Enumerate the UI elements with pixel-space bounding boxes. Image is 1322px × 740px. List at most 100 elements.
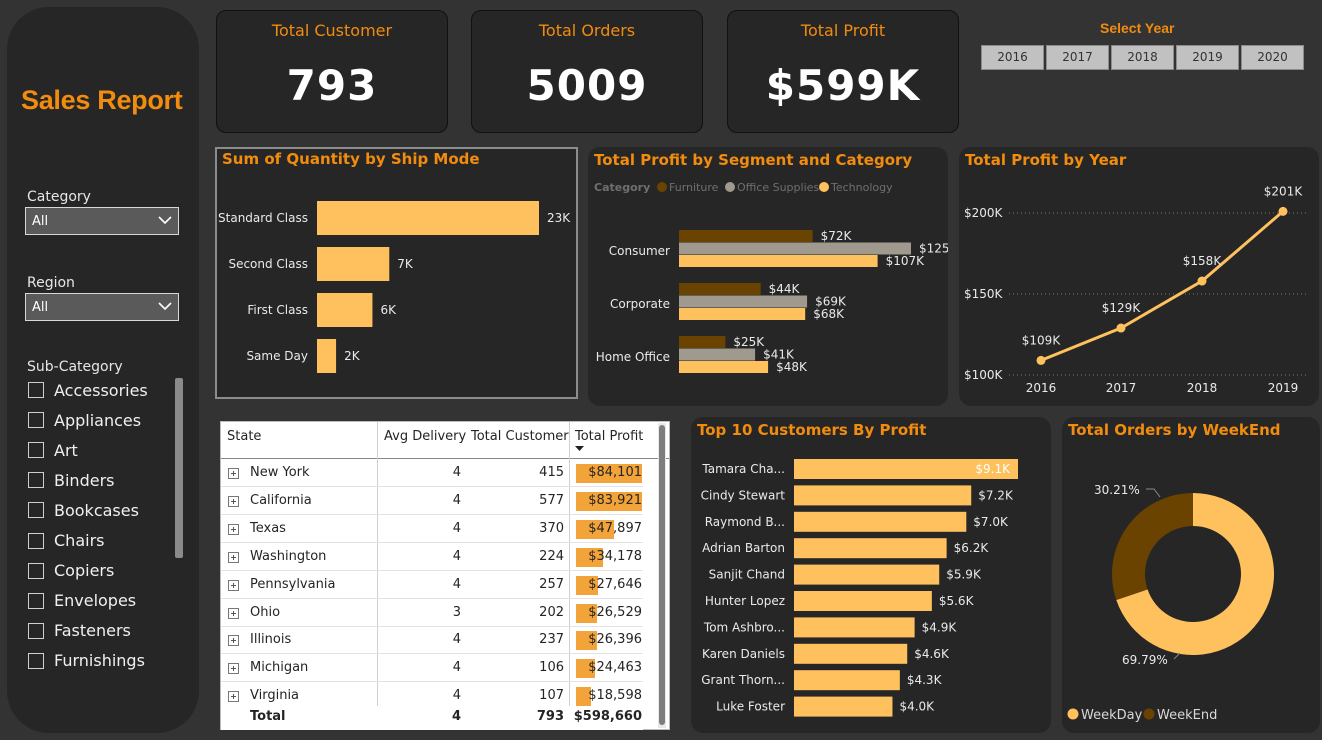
data-label: $4.0K bbox=[899, 700, 935, 714]
state-cell: Virginia bbox=[250, 688, 300, 704]
subcategory-item[interactable]: Fasteners bbox=[28, 616, 148, 646]
legend-marker bbox=[819, 182, 829, 192]
plus-box-icon[interactable] bbox=[228, 635, 239, 647]
subcategory-item[interactable]: Copiers bbox=[28, 556, 148, 586]
checkbox[interactable] bbox=[28, 472, 44, 489]
category-label: Corporate bbox=[610, 297, 670, 311]
total-customer-cell: 577 bbox=[539, 492, 564, 508]
category-label: Raymond B... bbox=[705, 515, 785, 529]
data-label: $48K bbox=[776, 360, 808, 374]
checkbox[interactable] bbox=[28, 652, 44, 669]
data-label: $5.9K bbox=[946, 568, 982, 582]
table-row[interactable]: Pennsylvania 4 257 $27,646 bbox=[221, 571, 643, 599]
table-row[interactable]: California 4 577 $83,921 bbox=[221, 487, 643, 515]
year-button[interactable]: 2017 bbox=[1046, 45, 1109, 70]
data-label: $5.6K bbox=[939, 594, 975, 608]
state-cell: California bbox=[250, 492, 312, 508]
plus-box-icon[interactable] bbox=[228, 579, 239, 591]
category-label: Grant Thorn... bbox=[701, 673, 785, 687]
total-label: Total bbox=[250, 709, 286, 724]
col-header-total-customer[interactable]: Total Customer bbox=[471, 429, 569, 444]
plus-box-icon[interactable] bbox=[228, 523, 239, 535]
weekend-orders-chart[interactable]: Total Orders by WeekEnd 30.21% 69.79% Week… bbox=[1062, 417, 1320, 733]
table-row[interactable]: New York 4 415 $84,101 bbox=[221, 459, 643, 487]
subcategory-scrollbar[interactable] bbox=[175, 378, 183, 558]
top-customers-plot: Tamara Cha... $9.1K Cindy Stewart $7.2K Raym… bbox=[701, 459, 1018, 717]
state-cell: Ohio bbox=[250, 604, 281, 620]
col-header-total-profit[interactable]: Total Profit bbox=[575, 429, 643, 444]
year-button[interactable]: 2020 bbox=[1241, 45, 1304, 70]
total-customer-cell: 202 bbox=[539, 604, 564, 620]
plus-box-icon[interactable] bbox=[228, 663, 239, 675]
data-label: $6.2K bbox=[954, 541, 990, 555]
table-scrollbar[interactable] bbox=[658, 423, 666, 728]
state-cell: Texas bbox=[250, 520, 286, 536]
table-row[interactable]: Washington 4 224 $34,178 bbox=[221, 543, 643, 571]
checkbox[interactable] bbox=[28, 412, 44, 429]
data-label: $7.0K bbox=[973, 515, 1009, 529]
category-label: Consumer bbox=[609, 244, 670, 258]
subcategory-item[interactable]: Envelopes bbox=[28, 586, 148, 616]
kpi-value: 5009 bbox=[526, 61, 648, 110]
data-label: $25K bbox=[733, 335, 765, 349]
year-button[interactable]: 2016 bbox=[981, 45, 1044, 70]
subcategory-item[interactable]: Art bbox=[28, 435, 148, 465]
plus-box-icon[interactable] bbox=[228, 607, 239, 619]
checkbox[interactable] bbox=[28, 622, 44, 639]
subcategory-item[interactable]: Bookcases bbox=[28, 495, 148, 525]
legend-title: Category bbox=[594, 181, 650, 194]
table-row[interactable]: Illinois 4 237 $26,396 bbox=[221, 626, 643, 655]
subcategory-item[interactable]: Accessories bbox=[28, 375, 148, 405]
profit-by-year-chart[interactable]: Total Profit by Year $100K $150K $200K $109… bbox=[959, 147, 1319, 406]
col-header-avg-delivery[interactable]: Avg Delivery bbox=[384, 429, 466, 444]
category-label: Adrian Barton bbox=[702, 541, 785, 555]
total-profit-cell: $26,396 bbox=[588, 632, 642, 648]
category-label: Category bbox=[27, 189, 91, 205]
checkbox[interactable] bbox=[28, 442, 44, 459]
table-row[interactable]: Texas 4 370 $47,897 bbox=[221, 515, 643, 543]
total-customer-cell: 107 bbox=[539, 688, 564, 704]
bar bbox=[317, 293, 373, 327]
bar bbox=[794, 538, 947, 559]
state-cell: New York bbox=[250, 465, 310, 480]
checkbox[interactable] bbox=[28, 382, 44, 399]
checkbox[interactable] bbox=[28, 532, 44, 549]
sort-down-icon bbox=[575, 446, 584, 451]
ship-mode-chart[interactable]: Sum of Quantity by Ship Mode Standard Cl… bbox=[215, 147, 578, 399]
checkbox[interactable] bbox=[28, 562, 44, 579]
subcategory-item[interactable]: Appliances bbox=[28, 405, 148, 435]
table-row[interactable]: Michigan 4 106 $24,463 bbox=[221, 654, 643, 683]
plus-box-icon[interactable] bbox=[228, 495, 239, 507]
segment-category-chart[interactable]: Total Profit by Segment and Category Cat… bbox=[588, 147, 948, 406]
subcategory-item[interactable]: Binders bbox=[28, 465, 148, 495]
subcategory-item[interactable]: Chairs bbox=[28, 525, 148, 555]
plus-box-icon[interactable] bbox=[228, 468, 239, 479]
state-cell: Washington bbox=[250, 548, 327, 564]
category-label: Same Day bbox=[246, 349, 308, 363]
bar bbox=[317, 339, 337, 373]
bar bbox=[317, 201, 539, 235]
category-dropdown[interactable]: All bbox=[25, 207, 179, 235]
region-label: Region bbox=[27, 275, 75, 291]
col-header-state[interactable]: State bbox=[227, 429, 261, 444]
avg-delivery-cell: 4 bbox=[452, 465, 461, 480]
table-row[interactable]: Ohio 3 202 $26,529 bbox=[221, 599, 643, 627]
subcategory-item[interactable]: Furnishings bbox=[28, 646, 148, 676]
year-button[interactable]: 2019 bbox=[1176, 45, 1239, 70]
checkbox[interactable] bbox=[28, 502, 44, 519]
kpi-value: 793 bbox=[286, 61, 378, 110]
region-dropdown[interactable]: All bbox=[25, 293, 179, 321]
kpi-total-customer: Total Customer 793 bbox=[216, 10, 448, 133]
plus-box-icon[interactable] bbox=[228, 551, 239, 563]
year-button[interactable]: 2018 bbox=[1111, 45, 1174, 70]
data-label: $4.9K bbox=[922, 620, 958, 634]
total-profit-cell: $27,646 bbox=[588, 576, 642, 592]
x-tick-label: 2016 bbox=[1026, 381, 1057, 395]
checkbox[interactable] bbox=[28, 592, 44, 609]
table-header: State Avg Delivery Total Customer Total … bbox=[221, 422, 669, 459]
plus-box-icon[interactable] bbox=[228, 691, 239, 703]
category-label: Luke Foster bbox=[716, 700, 785, 714]
bar bbox=[317, 247, 390, 281]
top-customers-chart[interactable]: Top 10 Customers By Profit Tamara Cha...… bbox=[691, 417, 1051, 733]
avg-delivery-cell: 4 bbox=[452, 688, 461, 704]
